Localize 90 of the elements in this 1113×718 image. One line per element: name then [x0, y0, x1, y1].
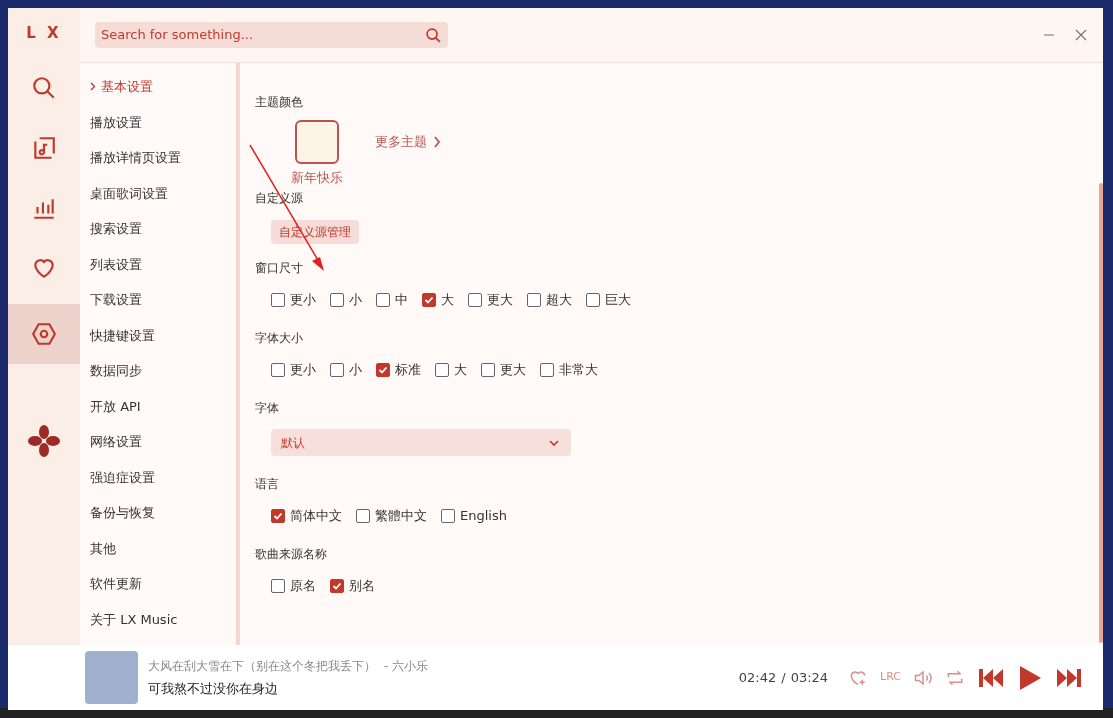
- search-field[interactable]: Search for something...: [95, 22, 448, 48]
- settings-menu-item[interactable]: 播放详情页设置: [90, 140, 181, 176]
- checkbox[interactable]: [271, 363, 285, 377]
- checkbox[interactable]: [435, 363, 449, 377]
- section-title: 歌曲来源名称: [255, 546, 328, 563]
- more-themes-link[interactable]: 更多主题: [375, 132, 441, 152]
- settings-menu-item[interactable]: 开放 API: [90, 388, 141, 424]
- music-note-icon: [31, 135, 57, 161]
- minimize-icon: [1043, 34, 1055, 36]
- theme-thumbnail[interactable]: [295, 120, 339, 165]
- time-separator: /: [781, 668, 786, 687]
- checkbox[interactable]: [271, 509, 285, 523]
- option-label: 巨大: [605, 291, 631, 310]
- checkbox[interactable]: [376, 363, 390, 377]
- checkmark-icon: [332, 581, 342, 591]
- flower-icon: [27, 424, 61, 458]
- option-label: 标准: [395, 361, 421, 380]
- nav-item[interactable]: [8, 304, 80, 364]
- search-icon: [425, 26, 442, 44]
- settings-menu-item[interactable]: 其他: [90, 530, 116, 566]
- option-label: 更小: [290, 291, 316, 310]
- settings-icon: [31, 321, 57, 347]
- settings-menu-item[interactable]: 桌面歌词设置: [90, 175, 168, 211]
- chevron-right-icon: [90, 82, 96, 92]
- option-label: 更大: [487, 291, 513, 310]
- settings-menu-item[interactable]: 关于 LX Music: [90, 601, 178, 637]
- option-label: 非常大: [559, 361, 598, 380]
- settings-menu-item[interactable]: 软件更新: [90, 566, 142, 602]
- settings-menu-item[interactable]: 下载设置: [90, 282, 142, 318]
- checkmark-icon: [273, 511, 283, 521]
- option-label: 中: [395, 291, 408, 310]
- font-select[interactable]: 默认: [271, 429, 571, 456]
- chevron-right-icon: [433, 136, 441, 148]
- option-label: English: [460, 507, 507, 526]
- checkbox[interactable]: [441, 509, 455, 523]
- section-title: 字体: [255, 400, 280, 417]
- option-label: 超大: [546, 291, 572, 310]
- current-time: 02:42: [738, 668, 777, 687]
- checkbox[interactable]: [481, 363, 495, 377]
- settings-menu-item[interactable]: 网络设置: [90, 424, 142, 460]
- theme-name: 新年快乐: [291, 169, 343, 188]
- settings-menu-item[interactable]: 快捷键设置: [90, 317, 155, 353]
- checkbox[interactable]: [586, 293, 600, 307]
- duration: 03:24: [790, 668, 829, 687]
- option-label: 繁體中文: [375, 507, 427, 526]
- option-label: 大: [441, 291, 454, 310]
- settings-menu-item[interactable]: 强迫症设置: [90, 459, 155, 495]
- option-label: 大: [454, 361, 467, 380]
- settings-menu-item[interactable]: 基本设置: [90, 69, 153, 105]
- previous-icon[interactable]: [977, 666, 1005, 689]
- option-label: 小: [349, 291, 362, 310]
- option-label: 小: [349, 361, 362, 380]
- checkbox[interactable]: [540, 363, 554, 377]
- song-title: 大风在刮大雪在下（别在这个冬把我丢下）: [148, 657, 376, 675]
- option-label: 更大: [500, 361, 526, 380]
- close-icon: [1075, 29, 1087, 41]
- option-label: 简体中文: [290, 507, 342, 526]
- checkbox[interactable]: [271, 293, 285, 307]
- settings-menu-item[interactable]: 备份与恢复: [90, 495, 155, 531]
- checkbox[interactable]: [330, 293, 344, 307]
- settings-menu-item[interactable]: 播放设置: [90, 104, 142, 140]
- checkbox[interactable]: [330, 579, 344, 593]
- settings-menu-item[interactable]: 搜索设置: [90, 211, 142, 247]
- checkmark-icon: [424, 295, 434, 305]
- custom-source-button[interactable]: 自定义源管理: [271, 220, 359, 244]
- section-title: 窗口尺寸: [255, 260, 304, 277]
- next-icon[interactable]: [1055, 666, 1083, 689]
- artist-name: - 六小乐: [384, 657, 429, 675]
- option-label: 原名: [290, 577, 316, 596]
- checkbox[interactable]: [527, 293, 541, 307]
- section-title: 语言: [255, 476, 280, 493]
- checkbox[interactable]: [271, 579, 285, 593]
- option-label: 更小: [290, 361, 316, 380]
- search-icon: [31, 75, 57, 101]
- checkbox[interactable]: [468, 293, 482, 307]
- scrollbar-thumb[interactable]: [1099, 183, 1103, 643]
- checkbox[interactable]: [376, 293, 390, 307]
- album-cover: [85, 651, 138, 704]
- play-icon[interactable]: [1017, 663, 1043, 692]
- checkbox[interactable]: [422, 293, 436, 307]
- section-title: 字体大小: [255, 330, 304, 347]
- app-logo: L X: [26, 22, 62, 44]
- lyric-line: 可我熬不过没你在身边: [148, 679, 279, 698]
- checkmark-icon: [378, 365, 388, 375]
- settings-menu-item[interactable]: 数据同步: [90, 353, 142, 389]
- section-title: 主题颜色: [255, 94, 304, 111]
- settings-menu-item[interactable]: 列表设置: [90, 246, 142, 282]
- checkbox[interactable]: [330, 363, 344, 377]
- option-label: 别名: [349, 577, 375, 596]
- checkbox[interactable]: [356, 509, 370, 523]
